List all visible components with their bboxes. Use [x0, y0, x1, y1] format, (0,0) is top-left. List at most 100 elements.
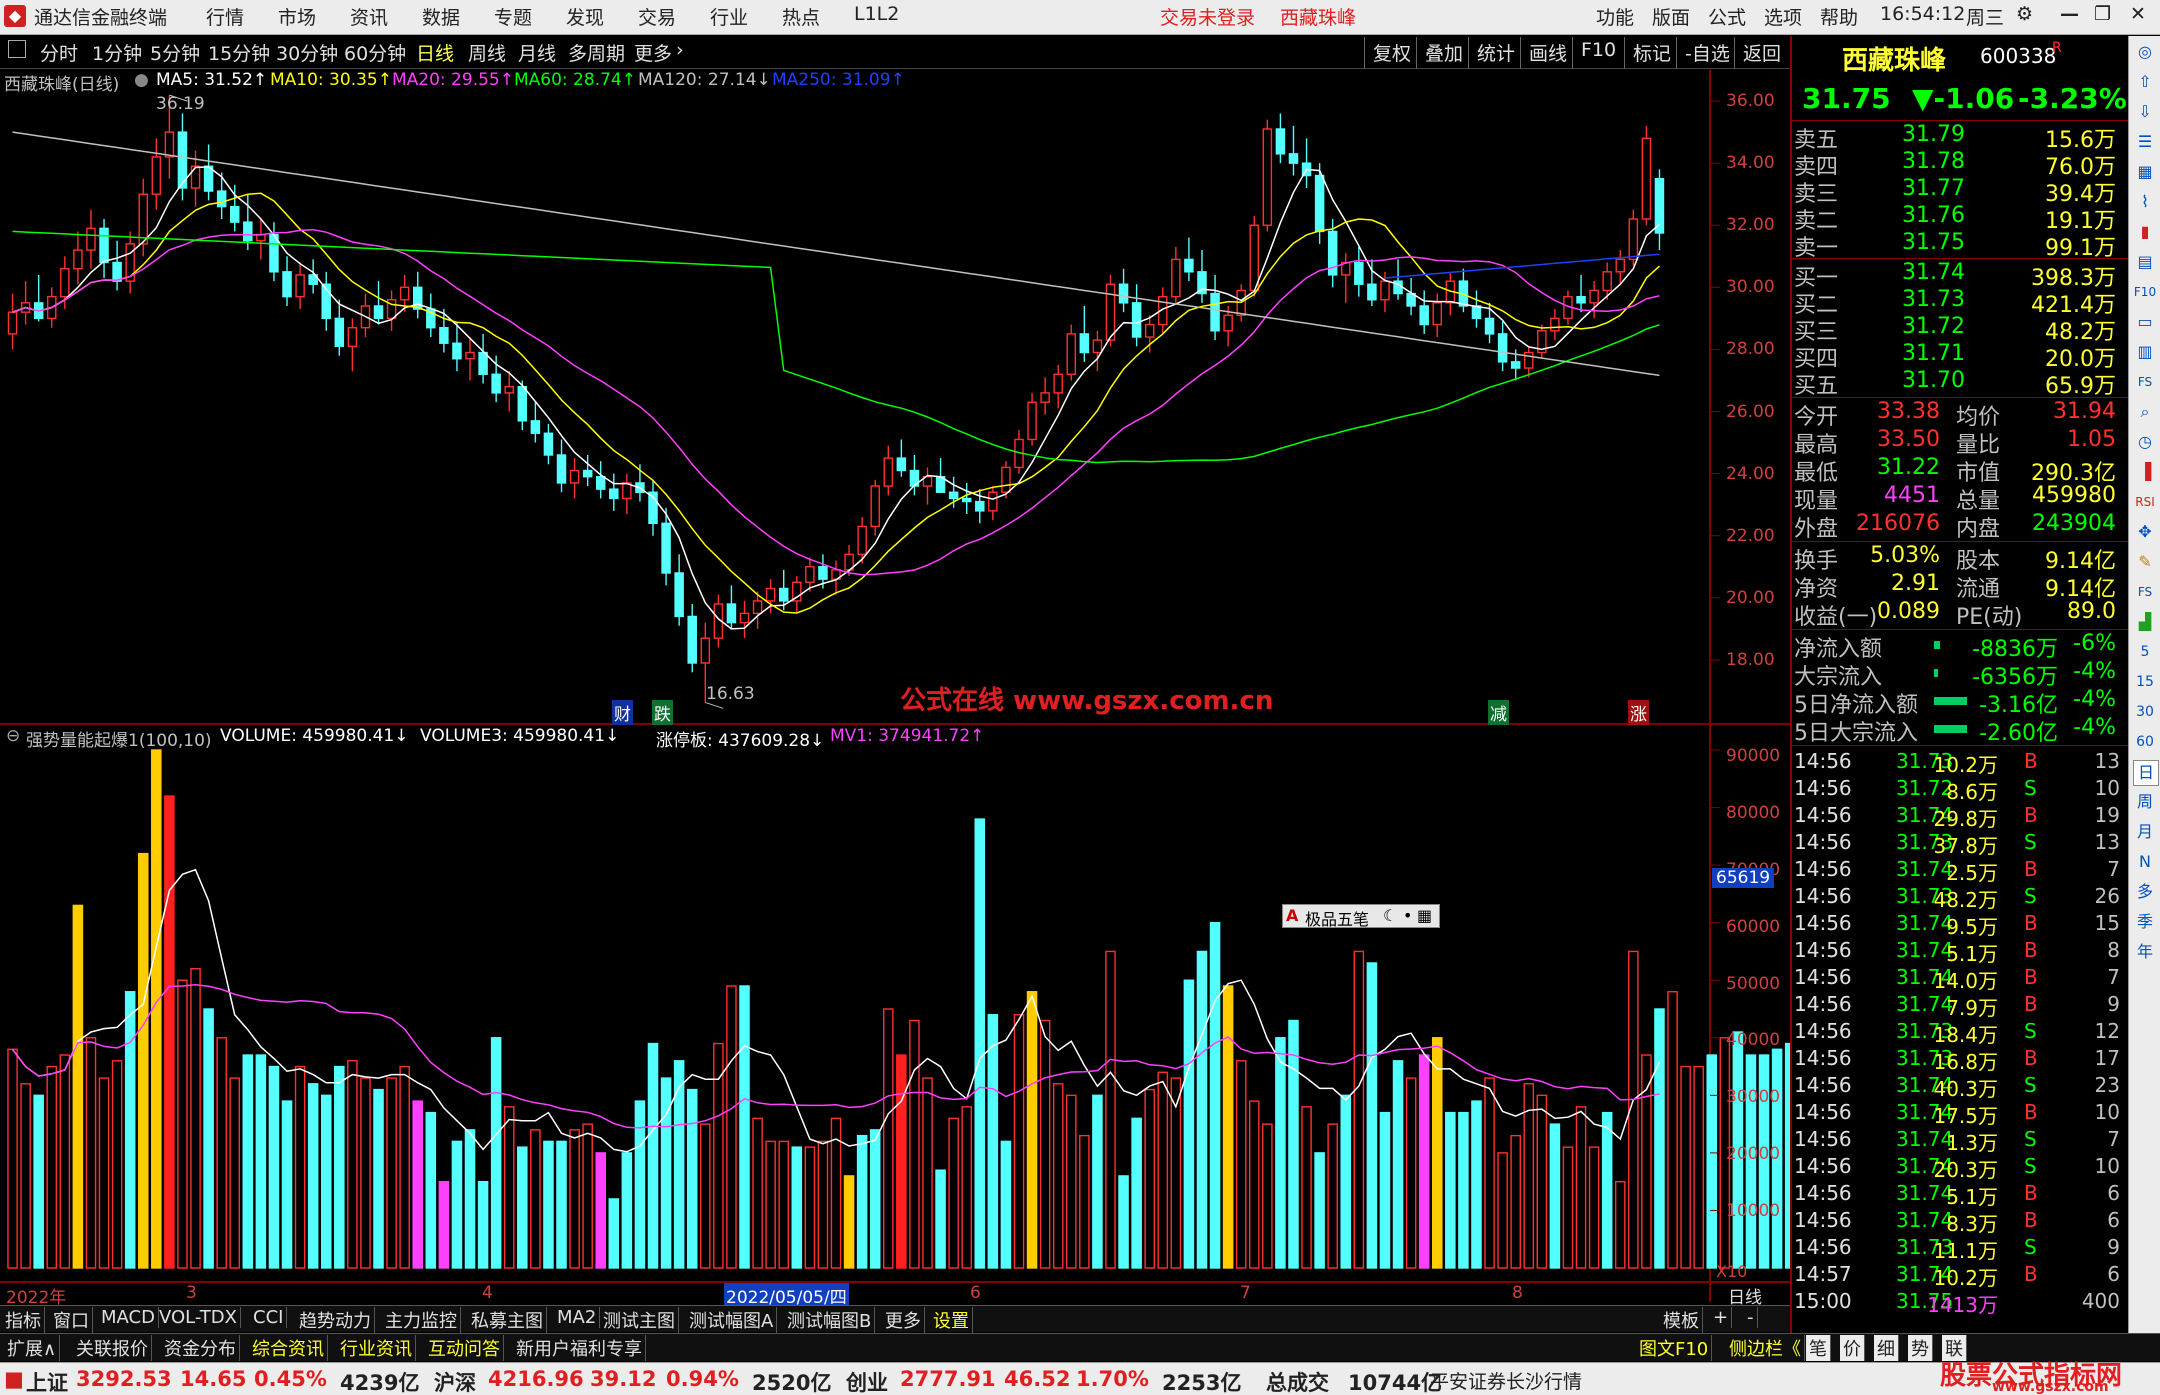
template-tab[interactable]: 模板 — [1660, 1307, 1703, 1333]
pen-icon[interactable]: ✎ — [2133, 550, 2157, 574]
period-month[interactable]: 月 — [2133, 820, 2157, 844]
side-tab[interactable]: 图文F10 — [1636, 1335, 1713, 1361]
kline-chart[interactable] — [0, 70, 1790, 1302]
indicator-tab[interactable]: CCI — [250, 1307, 288, 1328]
side-tab[interactable]: 侧边栏《 — [1726, 1335, 1805, 1361]
period-day[interactable]: 日 — [2133, 760, 2159, 786]
ime-punct-icon[interactable]: • — [1403, 906, 1412, 925]
more-chevron-icon[interactable]: › — [676, 39, 684, 61]
line-chart-icon[interactable]: ⌇ — [2133, 190, 2157, 214]
bid-row[interactable]: 买五 31.70 65.9万 — [1792, 368, 2122, 399]
menu-layout[interactable]: 版面 — [1652, 3, 1690, 30]
tick-row[interactable]: 14:56 31.74 17.5万 B 10 — [1792, 1100, 2128, 1128]
tool-draw[interactable]: 画线 — [1520, 37, 1575, 69]
menu-trade[interactable]: 交易 — [638, 3, 676, 30]
period-15[interactable]: 15 — [2133, 670, 2157, 694]
hs-label[interactable]: 沪深 — [434, 1367, 476, 1395]
tab-30min[interactable]: 30分钟 — [276, 39, 338, 66]
indicator-tab[interactable]: 窗口 — [50, 1307, 93, 1333]
bid-row[interactable]: 买一 31.74 398.3万 — [1792, 260, 2122, 291]
menu-l1l2[interactable]: L1L2 — [854, 3, 899, 25]
ask-row[interactable]: 卖五 31.79 15.6万 — [1792, 122, 2122, 153]
volume-indicator-menu-icon[interactable]: ⊖ — [6, 726, 20, 746]
indicator-tab[interactable]: 指标 — [2, 1307, 45, 1333]
arrow-up-icon[interactable]: ⇧ — [2133, 70, 2157, 94]
book-icon[interactable]: ▥ — [2133, 340, 2157, 364]
indicator-tab[interactable]: 测试幅图A — [686, 1307, 778, 1333]
zoom-icon[interactable]: ⌕ — [2133, 400, 2157, 424]
extension-tab[interactable]: 新用户福利专享 — [513, 1335, 646, 1361]
period-multi[interactable]: 多 — [2133, 880, 2157, 904]
move-icon[interactable]: ✥ — [2133, 520, 2157, 544]
indicator-tab[interactable]: MA2 — [554, 1307, 601, 1328]
marker-rise[interactable]: 涨 — [1628, 700, 1649, 725]
indicator-tab[interactable]: 测试主图 — [600, 1307, 679, 1333]
marker-finance[interactable]: 财 — [612, 700, 633, 725]
candle-icon[interactable]: ▮ — [2133, 220, 2157, 244]
tab-15min[interactable]: 15分钟 — [208, 39, 270, 66]
bid-row[interactable]: 买三 31.72 48.2万 — [1792, 314, 2122, 345]
tick-row[interactable]: 14:56 31.74 20.3万 S 10 — [1792, 1154, 2128, 1182]
menu-function[interactable]: 功能 — [1596, 3, 1634, 30]
marker-reduce[interactable]: 减 — [1488, 700, 1509, 725]
minimize-icon[interactable]: — — [2060, 3, 2079, 25]
period-5[interactable]: 5 — [2133, 640, 2157, 664]
menu-data[interactable]: 数据 — [422, 3, 460, 30]
settings-gear-icon[interactable]: ⚙ — [2016, 3, 2033, 25]
ime-keyboard-icon[interactable]: ▦ — [1417, 906, 1432, 925]
globe-icon[interactable]: ◎ — [2133, 40, 2157, 64]
indicator-tab[interactable]: 更多 — [882, 1307, 925, 1333]
volume-indicator-name[interactable]: 强势量能起爆1(100,10) — [26, 726, 212, 751]
tick-row[interactable]: 14:56 31.73 10.2万 B 13 — [1792, 749, 2128, 777]
side-tab[interactable]: 势 — [1908, 1335, 1933, 1361]
side-tab[interactable]: 价 — [1840, 1335, 1865, 1361]
fs-icon[interactable]: FS — [2133, 370, 2157, 394]
tick-row[interactable]: 14:56 31.73 18.4万 S 12 — [1792, 1019, 2128, 1047]
menu-options[interactable]: 选项 — [1764, 3, 1802, 30]
extension-tab[interactable]: 关联报价 — [73, 1335, 152, 1361]
indicator-tab[interactable]: 主力监控 — [382, 1307, 461, 1333]
tick-row[interactable]: 14:56 31.74 7.9万 B 9 — [1792, 992, 2128, 1020]
arrow-down-icon[interactable]: ⇩ — [2133, 100, 2157, 124]
list-icon[interactable]: ☰ — [2133, 130, 2157, 154]
tool-mark[interactable]: 标记 — [1624, 37, 1679, 69]
indicator-tab[interactable]: 设置 — [930, 1307, 973, 1333]
tool-stats[interactable]: 统计 — [1468, 37, 1523, 69]
tab-multi-period[interactable]: 多周期 — [568, 39, 625, 66]
marker-drop[interactable]: 跌 — [652, 700, 673, 725]
menu-formula[interactable]: 公式 — [1708, 3, 1746, 30]
f10-icon[interactable]: F10 — [2133, 280, 2157, 304]
sh-label[interactable]: 上证 — [26, 1367, 68, 1395]
table-icon[interactable]: ▦ — [2133, 160, 2157, 184]
ime-moon-icon[interactable]: ☾ — [1383, 906, 1397, 925]
period-30[interactable]: 30 — [2133, 700, 2157, 724]
indicator-tab[interactable]: 私募主图 — [468, 1307, 547, 1333]
zoom-out-button[interactable]: - — [1744, 1307, 1758, 1328]
period-n[interactable]: N — [2133, 850, 2157, 874]
tick-row[interactable]: 14:56 31.74 2.5万 B 7 — [1792, 857, 2128, 885]
ime-popup[interactable]: A 极品五笔 ☾ • ▦ — [1282, 904, 1440, 929]
indicator-tab[interactable]: MACD — [98, 1307, 159, 1328]
side-tab[interactable]: 笔 — [1806, 1335, 1831, 1361]
menu-quotes[interactable]: 行情 — [206, 3, 244, 30]
ask-row[interactable]: 卖四 31.78 76.0万 — [1792, 149, 2122, 180]
tool-adjust[interactable]: 复权 — [1364, 37, 1419, 69]
bid-row[interactable]: 买四 31.71 20.0万 — [1792, 341, 2122, 372]
cy-label[interactable]: 创业 — [846, 1367, 888, 1395]
grid-icon[interactable]: ▤ — [2133, 250, 2157, 274]
indicator-tab[interactable]: VOL-TDX — [156, 1307, 241, 1328]
tick-row[interactable]: 14:56 31.72 8.6万 S 10 — [1792, 776, 2128, 804]
extension-tab[interactable]: 资金分布 — [161, 1335, 240, 1361]
restore-icon[interactable]: ❐ — [2094, 3, 2111, 25]
tab-5min[interactable]: 5分钟 — [150, 39, 200, 66]
menu-help[interactable]: 帮助 — [1820, 3, 1858, 30]
indicator-tab[interactable]: 趋势动力 — [296, 1307, 375, 1333]
tick-row[interactable]: 14:56 31.74 1.3万 S 7 — [1792, 1127, 2128, 1155]
tool-f10[interactable]: F10 — [1572, 37, 1624, 69]
tab-weekly[interactable]: 周线 — [468, 39, 506, 66]
menu-news[interactable]: 资讯 — [350, 3, 388, 30]
menu-discover[interactable]: 发现 — [566, 3, 604, 30]
tick-row[interactable]: 14:56 31.73 11.1万 S 9 — [1792, 1235, 2128, 1263]
tab-more[interactable]: 更多 — [634, 39, 672, 66]
toolbar-toggle-icon[interactable] — [8, 40, 26, 58]
